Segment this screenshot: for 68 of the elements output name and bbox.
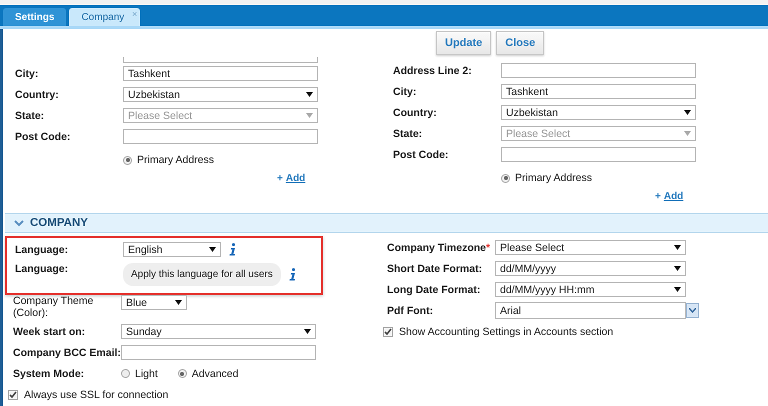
field-label: City: bbox=[15, 68, 40, 80]
field-label: Country: bbox=[393, 106, 438, 118]
field-label: Short Date Format: bbox=[387, 262, 484, 274]
text-field[interactable] bbox=[123, 129, 318, 144]
radio-button[interactable] bbox=[123, 156, 132, 164]
dropdown-arrow-icon bbox=[684, 131, 691, 136]
field-label: City: bbox=[393, 86, 418, 98]
text-field[interactable] bbox=[123, 57, 318, 63]
dropdown[interactable]: English bbox=[123, 242, 221, 257]
field-label: State: bbox=[15, 110, 46, 122]
field-label: Language: bbox=[15, 244, 70, 256]
field-label: Country: bbox=[15, 88, 60, 100]
chevron-icon bbox=[689, 308, 696, 313]
toolbar-button[interactable]: Close bbox=[496, 31, 544, 55]
dropdown-button[interactable] bbox=[686, 303, 699, 318]
dropdown[interactable]: Please Select bbox=[495, 240, 686, 255]
radio-button[interactable] bbox=[501, 174, 510, 182]
text-field[interactable] bbox=[501, 147, 696, 162]
info-icon[interactable] bbox=[229, 243, 236, 256]
text-field[interactable]: Tashkent bbox=[123, 66, 318, 81]
field-label: System Mode: bbox=[13, 368, 86, 380]
info-icon[interactable] bbox=[288, 268, 296, 281]
dropdown[interactable]: Uzbekistan bbox=[501, 105, 696, 120]
field-label: Week start on: bbox=[13, 326, 86, 338]
dropdown-arrow-icon bbox=[674, 287, 681, 292]
dropdown-arrow-icon bbox=[674, 266, 681, 271]
text-field[interactable] bbox=[501, 63, 696, 78]
radio-label: Advanced bbox=[192, 368, 238, 380]
radio-label: Primary Address bbox=[515, 172, 592, 184]
field-label: Long Date Format: bbox=[387, 284, 482, 296]
text-field[interactable] bbox=[121, 345, 316, 360]
dropdown[interactable]: dd/MM/yyyy bbox=[495, 261, 686, 276]
dropdown-arrow-icon bbox=[306, 92, 313, 97]
font-field[interactable]: Arial bbox=[495, 302, 686, 319]
field-label: Address Line 2: bbox=[393, 64, 473, 76]
field-label: Post Code: bbox=[15, 130, 72, 142]
section-header[interactable]: COMPANY bbox=[5, 213, 768, 233]
checkbox[interactable] bbox=[383, 327, 393, 337]
field-label: Language: bbox=[15, 263, 70, 275]
tab[interactable]: Company × bbox=[69, 8, 140, 26]
dropdown-arrow-icon bbox=[684, 110, 691, 115]
field-label: Pdf Font: bbox=[387, 304, 434, 316]
field-label: Post Code: bbox=[393, 148, 450, 160]
radio-label: Primary Address bbox=[137, 154, 214, 166]
dropdown-arrow-icon bbox=[209, 247, 216, 252]
dropdown[interactable]: Sunday bbox=[121, 324, 316, 339]
field-label: State: bbox=[393, 128, 424, 140]
text-field[interactable]: Tashkent bbox=[501, 84, 696, 99]
radio-button[interactable] bbox=[121, 369, 130, 378]
field-label: Company Theme (Color): bbox=[13, 295, 94, 319]
dropdown[interactable]: dd/MM/yyyy HH:mm bbox=[495, 282, 686, 297]
dropdown[interactable]: Uzbekistan bbox=[123, 87, 318, 102]
checkbox[interactable] bbox=[8, 390, 18, 400]
checkbox-label: Show Accounting Settings in Accounts section bbox=[399, 326, 614, 338]
radio-button[interactable] bbox=[178, 369, 187, 378]
field-label: Company BCC Email: bbox=[13, 346, 121, 358]
dropdown-arrow-icon bbox=[304, 329, 311, 334]
add-link[interactable]: + Add bbox=[277, 173, 306, 184]
field-label: Company Timezone* bbox=[387, 242, 492, 254]
dropdown-arrow-icon bbox=[175, 300, 182, 305]
apply-language-button[interactable]: Apply this language for all users bbox=[123, 263, 281, 286]
dropdown-arrow-icon bbox=[674, 245, 681, 250]
toolbar-button[interactable]: Update bbox=[436, 31, 492, 55]
dropdown[interactable]: Blue bbox=[121, 295, 187, 310]
checkbox-label: Always use SSL for connection bbox=[24, 389, 168, 401]
add-link[interactable]: + Add bbox=[655, 191, 684, 202]
dropdown-arrow-icon bbox=[306, 113, 313, 118]
radio-label: Light bbox=[135, 368, 158, 380]
